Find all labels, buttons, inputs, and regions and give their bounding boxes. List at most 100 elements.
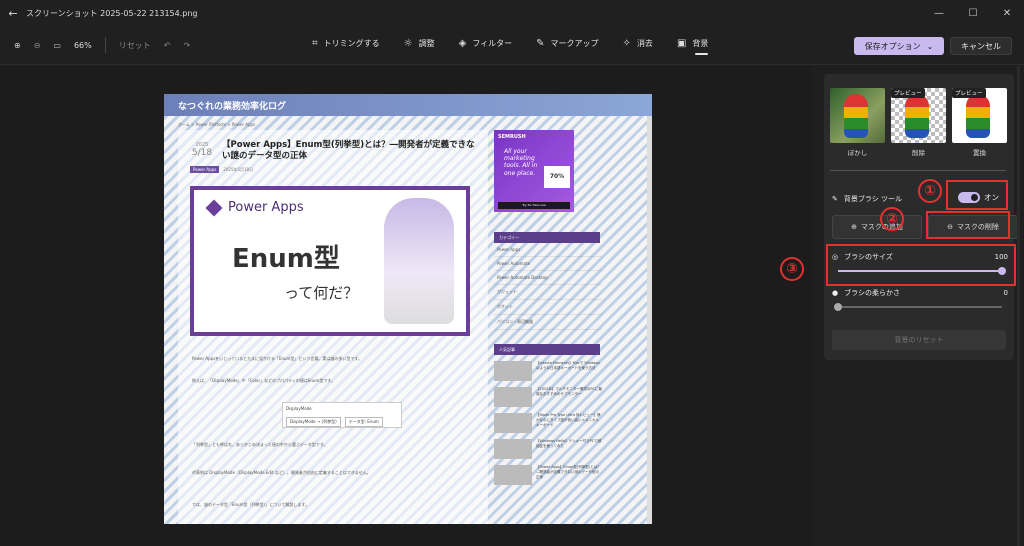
editor-toolbar: ⊕ ⊖ ▭ 66% リセット ↶ ↷ ⌗ トリミングする ☼ 調整 ◈ フィルター ✎… xyxy=(0,27,1024,65)
tool-crop-label: トリミングする xyxy=(323,39,380,48)
ad-text: All your marketing tools. All in one pla… xyxy=(504,148,538,177)
pen-icon: ✎ xyxy=(536,38,545,49)
popular-thumbnail xyxy=(494,465,532,485)
post-posted-date: 2025年5月18日 xyxy=(223,166,254,172)
tool-adjust[interactable]: ☼ 調整 xyxy=(404,38,435,49)
option-blur[interactable]: ぼかし xyxy=(830,88,885,157)
brush-softness-slider[interactable] xyxy=(834,303,1002,311)
advertisement: SEMRUSH All your marketing tools. All in… xyxy=(494,130,574,212)
hero-main-text: Enum型 xyxy=(232,244,340,274)
plus-circle-icon: ⊕ xyxy=(851,223,857,231)
category-header: カテゴリー xyxy=(494,232,600,243)
undo-icon[interactable]: ↶ xyxy=(164,41,171,50)
brush-softness-label: ブラシの柔らかさ xyxy=(844,289,900,297)
option-replace[interactable]: プレビュー 置換 xyxy=(952,88,1007,157)
reset-background-button[interactable]: 背景のリセット xyxy=(832,330,1006,350)
site-scrollbar xyxy=(647,116,652,524)
cancel-button[interactable]: キャンセル xyxy=(950,37,1012,55)
reset-button[interactable]: リセット xyxy=(119,40,151,51)
category-item: Power Automate Desktop xyxy=(494,271,602,285)
minimize-icon[interactable]: — xyxy=(922,0,956,27)
post-headline: 【Power Apps】Enum型(列挙型)とは？―開発者が定義できない謎のデー… xyxy=(222,140,475,162)
site-header: なつぐれの業務効率化ログ xyxy=(164,94,652,116)
back-arrow-icon[interactable]: ← xyxy=(0,7,26,20)
save-options-button[interactable]: 保存オプション ⌄ xyxy=(854,37,944,55)
popular-title: 【Power Apps】Enum型(列挙型)とは？―開発者が定義できない謎のデー… xyxy=(536,465,601,479)
site-sidebar: SEMRUSH All your marketing tools. All in… xyxy=(494,130,602,485)
brush-tool-label: 背景ブラシ ツール xyxy=(843,195,902,203)
annotation-box-remove-mask xyxy=(926,211,1010,239)
popular-item: 【Jakarta Elements】Macで Windowsのような日本語キーボ… xyxy=(494,361,602,381)
post-date: 2025 5/18 xyxy=(188,142,216,158)
tool-erase-label: 消去 xyxy=(636,39,653,48)
replace-preview: プレビュー xyxy=(952,88,1007,143)
option-remove-label: 削除 xyxy=(912,149,925,157)
formula-sample: DisplayMode DisplayMode → (列挙型) データ型: Enu… xyxy=(282,402,402,428)
brush-softness-knob[interactable] xyxy=(834,303,842,311)
parrot-image xyxy=(905,94,929,138)
zoom-out-icon[interactable]: ⊖ xyxy=(34,41,41,50)
add-mask-button[interactable]: ⊕ マスクの追加 xyxy=(832,215,922,239)
annotation-box-brush-size xyxy=(826,244,1016,286)
maximize-icon[interactable]: ☐ xyxy=(956,0,990,27)
category-item: Power Apps xyxy=(494,243,602,257)
annotation-number-1: ① xyxy=(918,179,942,203)
redo-icon[interactable]: ↷ xyxy=(183,41,190,50)
hero-image: Power Apps Enum型 って何だ？ xyxy=(190,186,470,336)
option-replace-label: 置換 xyxy=(973,149,986,157)
tool-filter[interactable]: ◈ フィルター xyxy=(459,38,513,49)
popular-item: 【Razer Pro Type Ultra 評レビュー】静かなのにタイプ感が良い… xyxy=(494,413,602,433)
close-icon[interactable]: ✕ xyxy=(990,0,1024,27)
popular-item: 【Power Apps】Enum型(列挙型)とは？―開発者が定義できない謎のデー… xyxy=(494,465,602,485)
filter-icon: ◈ xyxy=(458,38,467,49)
panel-scrollbar[interactable] xyxy=(1017,66,1020,546)
panel-divider xyxy=(830,170,1006,171)
ad-brand: SEMRUSH xyxy=(498,134,526,140)
preview-badge: プレビュー xyxy=(952,88,986,98)
save-options-label: 保存オプション xyxy=(864,41,921,51)
tool-background[interactable]: ▣ 背景 xyxy=(676,38,709,55)
tool-crop[interactable]: ⌗ トリミングする xyxy=(312,38,380,49)
tool-erase[interactable]: ✧ 消去 xyxy=(623,38,653,49)
article-paragraph: では、謎のデータ型「Enum型（列挙型）」について解説します。 xyxy=(192,502,309,507)
annotation-number-3: ③ xyxy=(780,257,804,281)
option-blur-label: ぼかし xyxy=(847,149,868,157)
sun-icon: ☼ xyxy=(403,38,413,49)
title-bar: ← スクリーンショット 2025-05-22 213154.png — ☐ ✕ xyxy=(0,0,1024,27)
brush-softness-value: 0 xyxy=(1003,289,1008,297)
hero-sub-text: って何だ？ xyxy=(284,284,359,302)
remove-preview: プレビュー xyxy=(891,88,946,143)
tool-markup[interactable]: ✎ マークアップ xyxy=(536,38,598,49)
edited-image[interactable]: なつぐれの業務効率化ログ ホーム > Power Platform > Powe… xyxy=(164,94,652,524)
popular-title: 【Windows Hello】テンキー付きPCで顔認証を使ってみた xyxy=(536,439,602,448)
article-paragraph: 「列挙型」とも呼ばれ、あらかじめ決まった値の中から選ぶデータ型です。 xyxy=(192,442,328,447)
tool-adjust-label: 調整 xyxy=(418,39,435,48)
popular-header: 人気記事 xyxy=(494,344,600,355)
zoom-in-icon[interactable]: ⊕ xyxy=(14,41,21,50)
blur-preview xyxy=(830,88,885,143)
site-breadcrumb: ホーム > Power Platform > Power Apps xyxy=(178,122,256,127)
window-title: スクリーンショット 2025-05-22 213154.png xyxy=(26,9,198,18)
background-icon: ▣ xyxy=(676,38,687,49)
hero-brand: Power Apps xyxy=(228,200,304,215)
popular-title: 【Razer Pro Type Ultra 評レビュー】静かなのにタイプ感が良い… xyxy=(536,413,601,427)
window-controls: — ☐ ✕ xyxy=(922,0,1024,27)
formula-sample-top: DisplayMode xyxy=(286,406,312,411)
chevron-down-icon: ⌄ xyxy=(926,41,934,51)
brush-softness-icon: ● xyxy=(832,289,839,297)
article-paragraph: Power Appsをいじっているとたまに見かける「Enum型」という言葉。実は… xyxy=(192,356,363,361)
brush-icon: ✎ xyxy=(832,195,838,203)
site-title: なつぐれの業務効率化ログ xyxy=(178,102,287,112)
character-illustration xyxy=(384,198,454,324)
tool-markup-label: マークアップ xyxy=(550,39,599,48)
option-remove[interactable]: プレビュー 削除 xyxy=(891,88,946,157)
popular-title: 【2025年】マルチモニター環境のPCに最適なおすすめのサブモニター xyxy=(536,387,602,396)
power-apps-logo-icon xyxy=(205,199,223,217)
fit-screen-icon[interactable]: ▭ xyxy=(53,41,61,50)
popular-thumbnail xyxy=(494,413,532,433)
category-item: パソコン・周辺機器 xyxy=(494,315,602,330)
popular-item: 【2025年】マルチモニター環境のPCに最適なおすすめのサブモニター xyxy=(494,387,602,407)
category-item: Power Automate xyxy=(494,257,602,271)
article-paragraph: 代表例は DisplayMode（DisplayMode.Edit など）。開発… xyxy=(192,470,371,475)
ad-cta: Try for free now xyxy=(498,202,570,209)
